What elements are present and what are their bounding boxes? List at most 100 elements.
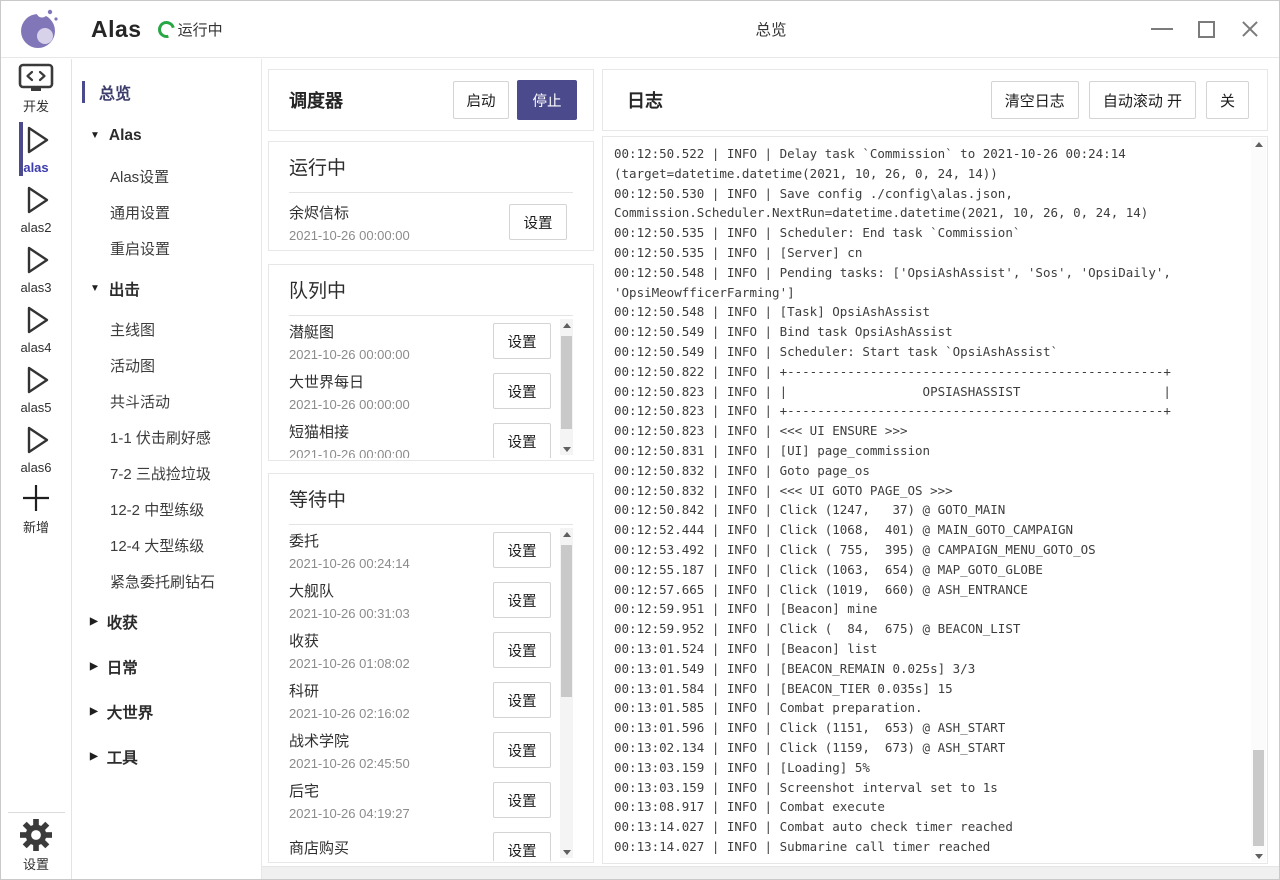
sidebar-item[interactable]: 主线图 bbox=[73, 311, 261, 347]
log-column: 日志 清空日志 自动滚动 开 关 00:12:50.522 | INFO | D… bbox=[602, 69, 1268, 864]
waiting-scrollbar[interactable] bbox=[560, 528, 573, 858]
scrollbar-thumb[interactable] bbox=[561, 545, 572, 697]
scrollbar-thumb[interactable] bbox=[561, 336, 572, 429]
play-icon bbox=[19, 303, 53, 337]
task-name: 战术学院 bbox=[289, 730, 493, 751]
app-title: Alas bbox=[91, 16, 142, 43]
expander-icon: ▶ bbox=[90, 706, 98, 717]
horizontal-scrollbar-track[interactable] bbox=[262, 866, 1279, 879]
close-button[interactable] bbox=[1235, 14, 1265, 44]
start-button[interactable]: 启动 bbox=[453, 81, 509, 119]
selected-indicator bbox=[82, 81, 85, 103]
task-setting-button[interactable]: 设置 bbox=[493, 582, 551, 618]
sidebar-item[interactable]: 12-4 大型练级 bbox=[73, 527, 261, 563]
clear-log-button[interactable]: 清空日志 bbox=[991, 81, 1079, 119]
rail-instance[interactable]: alas bbox=[19, 119, 53, 179]
sidebar-item[interactable]: 共斗活动 bbox=[73, 383, 261, 419]
task-row: 潜艇图 2021-10-26 00:00:00 设置 bbox=[289, 316, 551, 366]
sidebar-item[interactable]: 通用设置 bbox=[73, 194, 261, 230]
sidebar-item[interactable]: ▶ 日常 bbox=[73, 644, 261, 689]
task-setting-button[interactable]: 设置 bbox=[493, 782, 551, 818]
sidebar-item[interactable]: 12-2 中型练级 bbox=[73, 491, 261, 527]
play-icon bbox=[19, 123, 53, 157]
scroll-up-icon[interactable] bbox=[560, 319, 573, 331]
rail-item-label: 开发 bbox=[23, 96, 49, 115]
rail-instance[interactable]: alas6 bbox=[19, 419, 53, 479]
log-line: 00:13:14.027 | INFO | Combat auto check … bbox=[614, 817, 1237, 837]
sidebar-item[interactable]: ▼ Alas bbox=[73, 113, 261, 158]
rail-instance[interactable]: alas5 bbox=[19, 359, 53, 419]
task-setting-button[interactable]: 设置 bbox=[493, 532, 551, 568]
task-setting-button[interactable]: 设置 bbox=[509, 204, 567, 240]
task-name: 后宅 bbox=[289, 780, 493, 801]
maximize-button[interactable] bbox=[1191, 14, 1221, 44]
task-setting-button[interactable]: 设置 bbox=[493, 832, 551, 861]
minimize-icon bbox=[1151, 28, 1173, 30]
task-setting-button[interactable]: 设置 bbox=[493, 732, 551, 768]
task-info: 大世界每日 2021-10-26 00:00:00 bbox=[289, 371, 493, 412]
sidebar-item[interactable]: 紧急委托刷钻石 bbox=[73, 563, 261, 599]
log-line: 00:13:01.596 | INFO | Click (1151, 653) … bbox=[614, 718, 1237, 738]
log-line: 00:12:59.951 | INFO | [Beacon] mine bbox=[614, 599, 1237, 619]
sidebar-item[interactable]: 1-1 伏击刷好感 bbox=[73, 419, 261, 455]
rail-item-add[interactable]: 新增 bbox=[1, 479, 71, 539]
task-row: 商店购买 设置 bbox=[289, 825, 551, 861]
play-icon bbox=[19, 363, 53, 397]
scroll-down-icon[interactable] bbox=[560, 846, 573, 858]
task-info: 战术学院 2021-10-26 02:45:50 bbox=[289, 730, 493, 771]
sidebar-item[interactable]: 重启设置 bbox=[73, 230, 261, 266]
scroll-up-icon[interactable] bbox=[1251, 138, 1266, 150]
expander-icon: ▶ bbox=[90, 616, 98, 627]
task-setting-button[interactable]: 设置 bbox=[493, 373, 551, 409]
scroll-down-icon[interactable] bbox=[1251, 850, 1266, 862]
sidebar-item[interactable]: ▶ 工具 bbox=[73, 734, 261, 779]
waiting-panel: 等待中 委托 2021-10-26 00:24:14 设置 bbox=[268, 473, 594, 863]
sidebar-item[interactable]: ▶ 大世界 bbox=[73, 689, 261, 734]
stop-button[interactable]: 停止 bbox=[517, 80, 577, 120]
sidebar-item[interactable]: 活动图 bbox=[73, 347, 261, 383]
sidebar-item[interactable]: Alas设置 bbox=[73, 158, 261, 194]
log-line: 00:12:50.832 | INFO | Goto page_os bbox=[614, 461, 1237, 481]
log-scrollbar[interactable] bbox=[1251, 138, 1266, 862]
log-line: 00:12:55.187 | INFO | Click (1063, 654) … bbox=[614, 560, 1237, 580]
sidebar-item[interactable]: 7-2 三战捡垃圾 bbox=[73, 455, 261, 491]
autoscroll-on-button[interactable]: 自动滚动 开 bbox=[1089, 81, 1196, 119]
scrollbar-thumb[interactable] bbox=[1253, 750, 1264, 846]
waiting-list: 委托 2021-10-26 00:24:14 设置 大舰队 2021-10-26… bbox=[289, 525, 573, 861]
scroll-down-icon[interactable] bbox=[560, 443, 573, 455]
task-setting-button[interactable]: 设置 bbox=[493, 682, 551, 718]
sidebar-item-label: 活动图 bbox=[110, 355, 155, 376]
task-setting-button[interactable]: 设置 bbox=[493, 323, 551, 359]
instance-rail: 开发 alas alas2 bbox=[1, 59, 72, 879]
rail-item-settings[interactable]: 设置 bbox=[1, 813, 71, 879]
minimize-button[interactable] bbox=[1147, 14, 1177, 44]
sidebar-item[interactable]: ▼ 出击 bbox=[73, 266, 261, 311]
autoscroll-off-button[interactable]: 关 bbox=[1206, 81, 1249, 119]
sidebar-item-label: 紧急委托刷钻石 bbox=[110, 571, 215, 592]
pending-list: 潜艇图 2021-10-26 00:00:00 设置 大世界每日 2021-10… bbox=[289, 316, 573, 458]
log-output[interactable]: 00:12:50.522 | INFO | Delay task `Commis… bbox=[602, 136, 1268, 864]
task-name: 大舰队 bbox=[289, 580, 493, 601]
log-line: 00:13:01.585 | INFO | Combat preparation… bbox=[614, 698, 1237, 718]
rail-instance[interactable]: alas2 bbox=[19, 179, 53, 239]
sidebar-item[interactable]: ▶ 收获 bbox=[73, 599, 261, 644]
rail-instance[interactable]: alas3 bbox=[19, 239, 53, 299]
log-line: 00:12:50.831 | INFO | [UI] page_commissi… bbox=[614, 441, 1237, 461]
scroll-up-icon[interactable] bbox=[560, 528, 573, 540]
sidebar-item-label: 工具 bbox=[107, 746, 138, 768]
expander-icon: ▶ bbox=[90, 751, 98, 762]
running-list: 余烬信标 2021-10-26 00:00:00 设置 bbox=[289, 193, 573, 251]
scheduler-column: 调度器 启动 停止 运行中 余烬信标 2021-10-26 00:00:00 bbox=[268, 69, 594, 863]
log-line: 00:13:14.027 | INFO | Submarine call tim… bbox=[614, 837, 1237, 857]
sidebar-item-label: 7-2 三战捡垃圾 bbox=[110, 463, 211, 484]
rail-item-dev[interactable]: 开发 bbox=[1, 59, 71, 119]
rail-instance-label: alas bbox=[23, 160, 48, 175]
sidebar-item[interactable]: 总览 bbox=[73, 71, 261, 113]
task-time: 2021-10-26 00:00:00 bbox=[289, 228, 509, 243]
expander-icon: ▶ bbox=[90, 661, 98, 672]
log-line: 00:12:50.832 | INFO | <<< UI GOTO PAGE_O… bbox=[614, 481, 1237, 501]
task-setting-button[interactable]: 设置 bbox=[493, 632, 551, 668]
task-setting-button[interactable]: 设置 bbox=[493, 423, 551, 458]
pending-scrollbar[interactable] bbox=[560, 319, 573, 455]
rail-instance[interactable]: alas4 bbox=[19, 299, 53, 359]
